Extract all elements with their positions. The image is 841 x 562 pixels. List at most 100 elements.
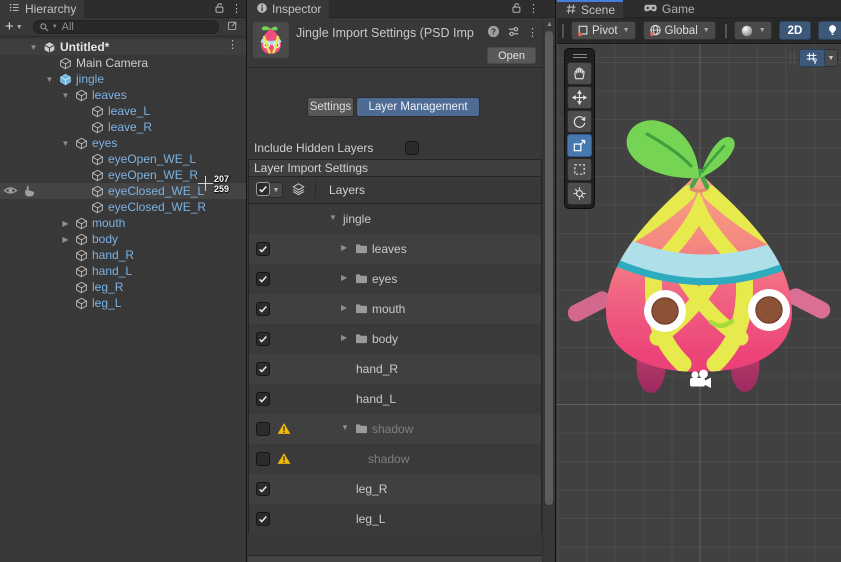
layer-row-leaves[interactable]: ▶leaves — [249, 234, 541, 264]
jingle-character[interactable] — [557, 44, 841, 562]
expander-down-icon[interactable]: ▼ — [42, 75, 57, 84]
view-hand-tool[interactable] — [567, 62, 592, 85]
tab-hierarchy[interactable]: Hierarchy — [0, 0, 84, 18]
hierarchy-item-leg-r[interactable]: leg_R — [0, 279, 246, 295]
layer-row-hand_l[interactable]: hand_L — [249, 384, 541, 414]
expander-right-icon[interactable]: ▶ — [341, 303, 347, 312]
leaf-right[interactable] — [700, 137, 735, 178]
tab-game[interactable]: Game — [635, 0, 703, 18]
hierarchy-menu-icon[interactable]: ⋮ — [231, 4, 242, 15]
layer-row-jingle[interactable]: ▼jingle — [249, 204, 541, 234]
toolbar-drag-handle[interactable] — [562, 24, 564, 38]
inspector-scrollbar[interactable]: ▲ — [542, 18, 555, 562]
hierarchy-search-input[interactable]: ▼ All — [33, 20, 219, 34]
toolbar-drag-handle[interactable] — [725, 24, 727, 38]
all-layers-checkbox[interactable] — [256, 182, 270, 196]
expander-down-icon[interactable]: ▼ — [329, 213, 337, 222]
hierarchy-item-leaves[interactable]: ▼leaves — [0, 87, 246, 103]
layer-row-mouth[interactable]: ▶mouth — [249, 294, 541, 324]
presets-icon[interactable] — [507, 25, 520, 41]
layer-row-body[interactable]: ▶body — [249, 324, 541, 354]
scale-tool[interactable] — [567, 134, 592, 157]
layer-row-eyes[interactable]: ▶eyes — [249, 264, 541, 294]
expander-right-icon[interactable]: ▶ — [58, 219, 73, 228]
lock-icon[interactable] — [510, 1, 522, 17]
scrollbar-thumb[interactable] — [545, 31, 553, 505]
hierarchy-item-jingle[interactable]: ▼jingle — [0, 71, 246, 87]
scroll-up-icon[interactable]: ▲ — [546, 21, 553, 28]
hierarchy-item-eyeclosed-we-r[interactable]: eyeClosed_WE_R — [0, 199, 246, 215]
global-button[interactable]: Global ▼ — [643, 21, 716, 40]
layer-row-leg_r[interactable]: leg_R — [249, 474, 541, 504]
hierarchy-item-leave-l[interactable]: leave_L — [0, 103, 246, 119]
importer-menu-icon[interactable]: ⋮ — [527, 28, 538, 39]
include-hidden-layers-checkbox[interactable] — [405, 141, 419, 155]
shading-mode-button[interactable]: ▼ — [734, 21, 772, 40]
layer-checkbox[interactable] — [256, 272, 270, 286]
expander-right-icon[interactable]: ▶ — [341, 243, 347, 252]
hierarchy-item-eyes[interactable]: ▼eyes — [0, 135, 246, 151]
layer-checkbox[interactable] — [256, 392, 270, 406]
layer-row-shadow[interactable]: ▼shadow — [249, 414, 541, 444]
overlay-drag-handle[interactable] — [790, 51, 795, 65]
rotate-tool[interactable] — [567, 110, 592, 133]
tab-settings[interactable]: Settings — [307, 97, 354, 117]
leaf-left[interactable] — [627, 120, 699, 178]
visibility-eye-icon[interactable] — [3, 184, 18, 200]
hierarchy-item-main-camera[interactable]: Main Camera — [0, 55, 246, 71]
hierarchy-item-untitled-[interactable]: ▼Untitled*⋮ — [0, 39, 246, 55]
hierarchy-item-eyeclosed-we-l[interactable]: eyeClosed_WE_L — [0, 183, 246, 199]
expander-right-icon[interactable]: ▶ — [341, 333, 347, 342]
eye-right[interactable] — [748, 289, 790, 331]
create-object-button[interactable]: +▼ — [5, 21, 23, 33]
eye-left[interactable] — [644, 290, 686, 332]
expander-right-icon[interactable]: ▶ — [341, 273, 347, 282]
camera-gizmo-icon[interactable] — [690, 370, 711, 388]
overlay-drag-handle[interactable] — [567, 51, 592, 61]
layer-checkbox[interactable] — [256, 242, 270, 256]
scene-menu-icon[interactable]: ⋮ — [227, 40, 238, 51]
expander-right-icon[interactable]: ▶ — [58, 235, 73, 244]
hierarchy-item-hand-r[interactable]: hand_R — [0, 247, 246, 263]
hierarchy-item-hand-l[interactable]: hand_L — [0, 263, 246, 279]
layer-checkbox[interactable] — [256, 302, 270, 316]
transform-tool[interactable] — [567, 182, 592, 205]
expander-down-icon[interactable]: ▼ — [26, 43, 41, 52]
pickability-hand-icon[interactable] — [23, 184, 36, 200]
help-icon[interactable]: ? — [487, 25, 500, 41]
hierarchy-item-eyeopen-we-l[interactable]: eyeOpen_WE_L — [0, 151, 246, 167]
layer-row-leg_l[interactable]: leg_L — [249, 504, 541, 534]
scene-viewport[interactable]: Y ▼ — [557, 44, 841, 562]
expander-down-icon[interactable]: ▼ — [58, 139, 73, 148]
layer-checkbox[interactable] — [256, 422, 270, 436]
expander-down-icon[interactable]: ▼ — [58, 91, 73, 100]
layer-checkbox[interactable] — [256, 452, 270, 466]
grid-options-dropdown[interactable]: ▼ — [825, 49, 838, 67]
layer-row-shadow[interactable]: shadow — [249, 444, 541, 474]
layer-row-hand_r[interactable]: hand_R — [249, 354, 541, 384]
open-button[interactable]: Open — [487, 47, 536, 64]
tab-scene[interactable]: Scene — [557, 0, 623, 18]
tab-layer-management[interactable]: Layer Management — [356, 97, 480, 117]
move-tool[interactable] — [567, 86, 592, 109]
layer-checkbox[interactable] — [256, 512, 270, 526]
layer-checkbox[interactable] — [256, 332, 270, 346]
lighting-toggle-button[interactable] — [818, 21, 841, 40]
hierarchy-item-body[interactable]: ▶body — [0, 231, 246, 247]
2d-toggle-button[interactable]: 2D — [779, 21, 812, 40]
tab-inspector[interactable]: Inspector — [248, 0, 329, 18]
inspector-menu-icon[interactable]: ⋮ — [528, 4, 539, 15]
hierarchy-item-leg-l[interactable]: leg_L — [0, 295, 246, 311]
pivot-button[interactable]: Pivot ▼ — [571, 21, 636, 40]
hierarchy-item-leave-r[interactable]: leave_R — [0, 119, 246, 135]
layer-checkbox[interactable] — [256, 362, 270, 376]
lock-icon[interactable] — [213, 1, 225, 17]
expander-down-icon[interactable]: ▼ — [341, 423, 349, 432]
hierarchy-item-eyeopen-we-r[interactable]: eyeOpen_WE_R — [0, 167, 246, 183]
scene-picker-icon[interactable] — [226, 19, 239, 35]
layer-checkbox[interactable] — [256, 482, 270, 496]
grid-toggle-button[interactable]: Y — [799, 49, 825, 67]
hierarchy-item-mouth[interactable]: ▶mouth — [0, 215, 246, 231]
checkbox-dropdown[interactable]: ▼ — [270, 182, 283, 198]
rect-tool[interactable] — [567, 158, 592, 181]
